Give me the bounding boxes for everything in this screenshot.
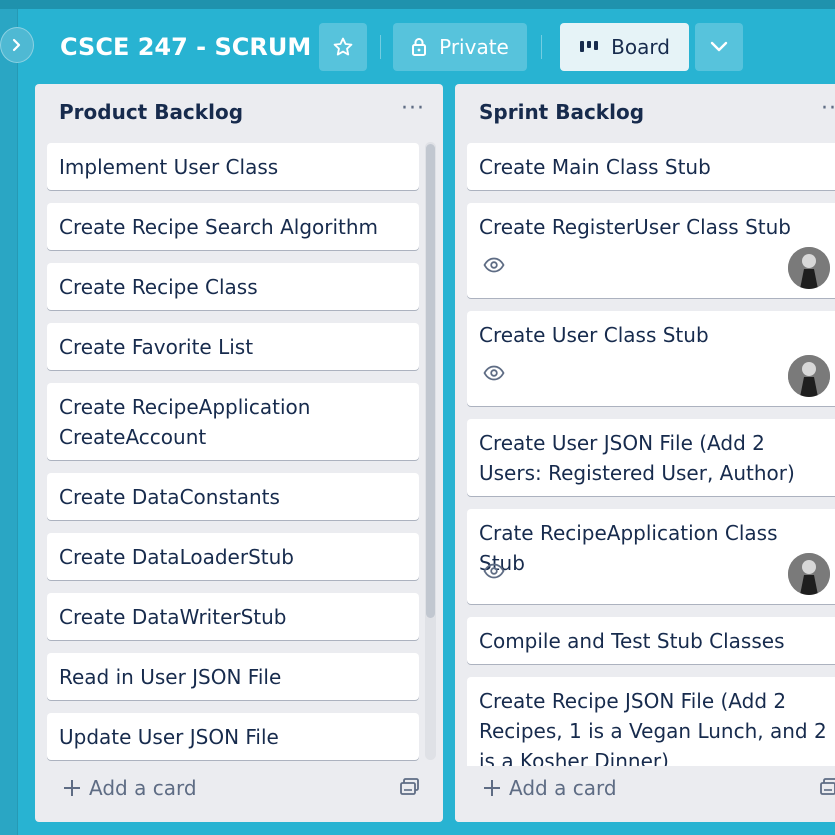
card-title: Create User Class Stub (479, 323, 709, 347)
card-title: Create DataWriterStub (59, 605, 287, 629)
watching-eye-icon (483, 365, 505, 381)
avatar-photo (788, 247, 830, 289)
list-title[interactable]: Product Backlog (59, 100, 243, 124)
star-board-button[interactable] (319, 23, 367, 71)
header-divider (380, 35, 381, 59)
card[interactable]: Create RecipeApplication CreateAccount (47, 383, 419, 460)
card[interactable]: Create Favorite List (47, 323, 419, 370)
card[interactable]: Create Recipe Class (47, 263, 419, 310)
card[interactable]: Compile and Test Stub Classes (467, 617, 835, 664)
card-title: Create Recipe JSON File (Add 2 Recipes, … (479, 689, 827, 773)
list-menu-icon[interactable]: ··· (401, 98, 425, 120)
card-title: Create DataLoaderStub (59, 545, 294, 569)
card[interactable]: Create Main Class Stub (467, 143, 835, 190)
card-title: Implement User Class (59, 155, 279, 179)
view-switcher-dropdown[interactable] (695, 23, 743, 71)
avatar-photo (788, 553, 830, 595)
list-title[interactable]: Sprint Backlog (479, 100, 644, 124)
card-title: Compile and Test Stub Classes (479, 629, 785, 653)
list-scrollbar-thumb[interactable] (426, 144, 435, 618)
card-title: Crate RecipeApplication Class Stub (479, 521, 778, 575)
board-sidebar-collapsed[interactable] (0, 9, 18, 835)
add-card-button[interactable]: Add a card (483, 776, 617, 800)
add-card-button[interactable]: Add a card (63, 776, 197, 800)
header-divider (541, 35, 542, 59)
member-avatar[interactable] (788, 355, 830, 397)
board-view-button[interactable]: Board (560, 23, 689, 71)
lock-icon (412, 38, 427, 56)
add-card-label: Add a card (509, 776, 617, 800)
card-title: Create RegisterUser Class Stub (479, 215, 791, 239)
member-avatar[interactable] (788, 247, 830, 289)
card[interactable]: Update User JSON File (47, 713, 419, 760)
star-icon (333, 37, 353, 56)
visibility-label: Private (439, 35, 509, 59)
list-menu-icon[interactable]: ··· (821, 98, 835, 120)
expand-sidebar-button[interactable] (0, 27, 34, 63)
watching-eye-icon (483, 257, 505, 273)
card-template-icon[interactable] (400, 778, 420, 796)
add-card-label: Add a card (89, 776, 197, 800)
card[interactable]: Create User Class Stub (467, 311, 835, 406)
chevron-right-icon (12, 38, 21, 52)
plus-icon (484, 780, 500, 796)
plus-icon (64, 780, 80, 796)
board-view-icon (580, 41, 599, 52)
member-avatar[interactable] (788, 553, 830, 595)
card[interactable]: Create RegisterUser Class Stub (467, 203, 835, 298)
card[interactable]: Create DataConstants (47, 473, 419, 520)
chevron-down-icon (710, 41, 728, 52)
list-sprint-backlog: Sprint Backlog ··· Create Main Class Stu… (455, 84, 835, 822)
board-view-label: Board (611, 35, 670, 59)
card[interactable]: Implement User Class (47, 143, 419, 190)
card-title: Create Recipe Class (59, 275, 258, 299)
card[interactable]: Create User JSON File (Add 2 Users: Regi… (467, 419, 835, 496)
card-title: Create Recipe Search Algorithm (59, 215, 379, 239)
board-title[interactable]: CSCE 247 - SCRUM (60, 30, 311, 64)
card-title: Create DataConstants (59, 485, 280, 509)
avatar-photo (788, 355, 830, 397)
card-template-icon[interactable] (820, 778, 835, 796)
list-product-backlog: Product Backlog ··· Implement User Class… (35, 84, 443, 822)
card[interactable]: Create DataLoaderStub (47, 533, 419, 580)
card-title: Create Favorite List (59, 335, 254, 359)
card-title: Create Main Class Stub (479, 155, 711, 179)
top-strip (0, 0, 835, 9)
card[interactable]: Crate RecipeApplication Class Stub (467, 509, 835, 604)
card-title: Create RecipeApplication CreateAccount (59, 395, 311, 449)
card[interactable]: Read in User JSON File (47, 653, 419, 700)
card[interactable]: Create DataWriterStub (47, 593, 419, 640)
card[interactable]: Create Recipe Search Algorithm (47, 203, 419, 250)
visibility-button[interactable]: Private (393, 23, 527, 71)
watching-eye-icon (483, 563, 505, 579)
card-title: Create User JSON File (Add 2 Users: Regi… (479, 431, 795, 485)
card-title: Update User JSON File (59, 725, 279, 749)
card-title: Read in User JSON File (59, 665, 282, 689)
